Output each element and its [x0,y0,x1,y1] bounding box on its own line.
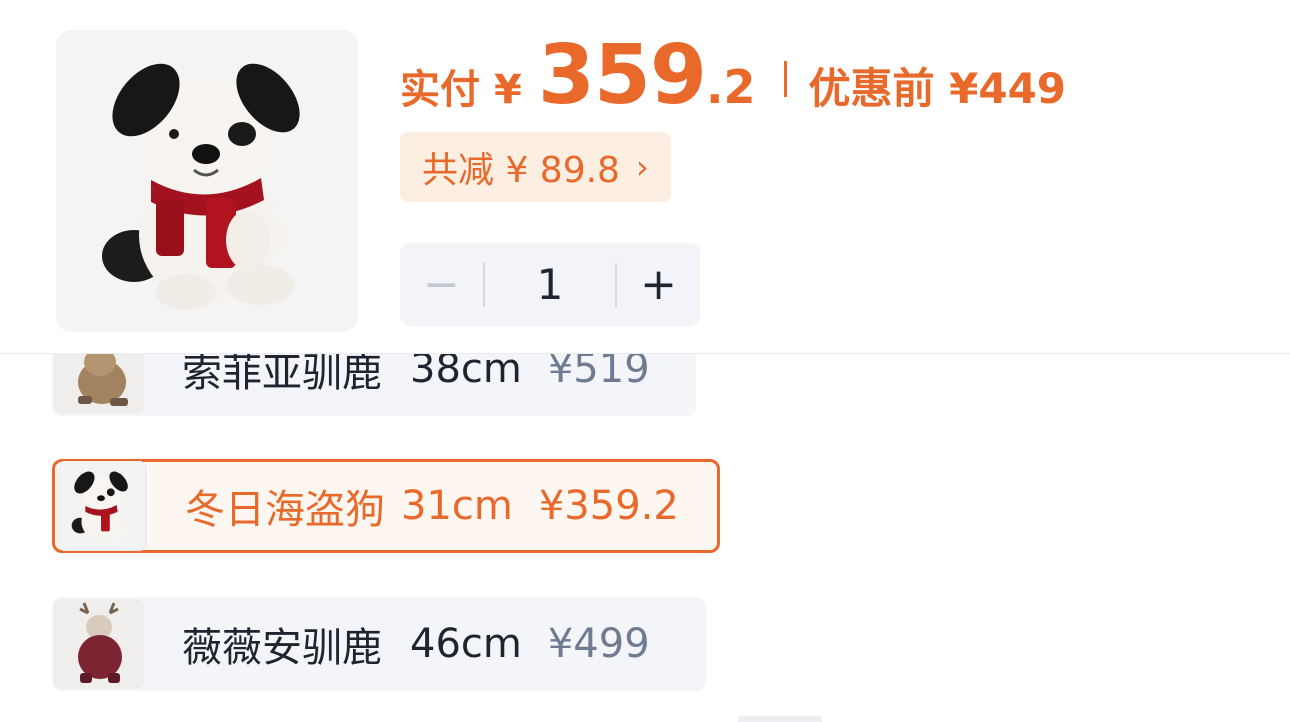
next-option-peek [738,716,822,722]
discount-detail-button[interactable]: 共减 ¥ 89.8 › [400,132,671,202]
product-image [56,30,358,332]
dog-plush-icon [57,461,145,549]
original-price: 优惠前 ¥449 [808,64,1067,113]
variant-price: ¥359.2 [538,483,679,529]
quantity-stepper: − 1 + [400,243,700,326]
quantity-value[interactable]: 1 [485,260,615,309]
paid-label: 实付 [400,67,480,113]
decrease-button[interactable]: − [400,243,483,326]
variant-price: ¥499 [547,621,650,667]
variant-name: 冬日海盗狗 [185,487,385,533]
variant-size: 46cm [410,621,522,667]
chevron-right-icon: › [635,148,649,186]
increase-button[interactable]: + [617,243,700,326]
variant-name: 薇薇安驯鹿 [182,625,382,671]
dog-plush-icon [56,30,358,332]
variant-option[interactable]: 薇薇安驯鹿 46cm ¥499 [52,597,706,691]
sku-selector: 实付 ¥ 359 .2 优惠前 ¥449 共减 ¥ 89.8 › − 1 + 索… [0,0,1290,722]
price-divider [783,61,787,97]
variant-image [54,599,144,689]
variant-size: 31cm [401,483,513,529]
paid-price-integer: 359 [537,28,707,123]
reindeer-plush-icon [54,599,144,689]
currency-symbol: ¥ [494,67,522,113]
variant-option-selected[interactable]: 冬日海盗狗 31cm ¥359.2 [52,459,720,553]
price-line: 实付 ¥ 359 .2 优惠前 ¥449 [400,28,1067,123]
paid-price-decimal: .2 [706,60,756,114]
variant-image [57,461,147,551]
selected-product-header: 实付 ¥ 359 .2 优惠前 ¥449 共减 ¥ 89.8 › − 1 + [0,0,1290,354]
discount-label: 共减 ¥ 89.8 [422,150,620,191]
